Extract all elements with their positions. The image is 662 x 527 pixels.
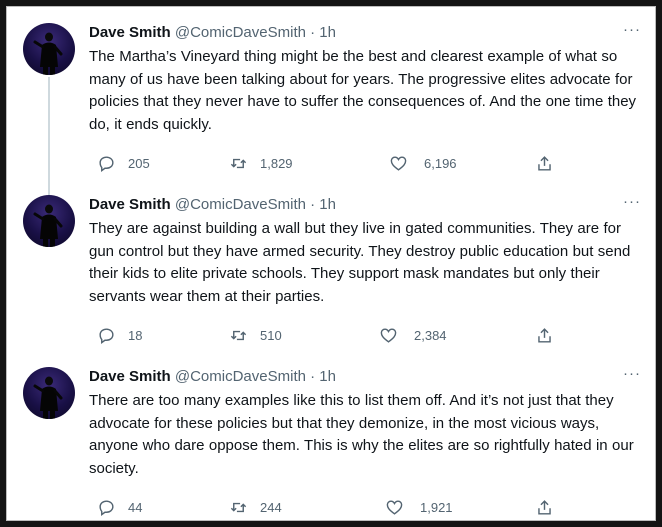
author-handle[interactable]: @ComicDaveSmith [175,24,306,41]
tweet-actions: 205 1,829 6,196 [89,153,559,173]
reply-count: 44 [128,499,143,515]
more-options-button[interactable]: ··· [623,194,641,209]
thread-line [48,77,50,187]
reply-icon [99,499,114,516]
tweet-actions: 44 244 1,921 [89,497,559,517]
tweet[interactable]: Dave Smith @ComicDaveSmith · 1h ··· They… [7,179,655,351]
more-options-button[interactable]: ··· [623,366,641,381]
thread-line [48,179,50,195]
tweet-time[interactable]: · 1h [310,196,336,213]
author-handle[interactable]: @ComicDaveSmith [175,196,306,213]
share-icon [538,327,551,343]
heart-icon [380,327,397,343]
retweet-count: 1,829 [260,155,293,171]
share-icon [538,155,551,171]
retweet-icon [230,158,247,168]
tweet-time[interactable]: · 1h [310,24,336,41]
retweet-icon [230,330,247,340]
avatar[interactable] [23,23,75,75]
reply-count: 18 [128,327,143,343]
like-count: 1,921 [420,499,453,515]
heart-icon [386,499,403,515]
tweet-time[interactable]: · 1h [310,368,336,385]
tweet-header: Dave Smith @ComicDaveSmith · 1h [89,23,336,43]
retweet-icon [230,502,247,512]
share-button[interactable] [535,153,554,173]
share-button[interactable] [535,497,554,517]
retweet-button[interactable]: 1,829 [229,153,293,173]
reply-button[interactable]: 205 [97,153,150,173]
author-name[interactable]: Dave Smith [89,196,171,213]
like-count: 6,196 [424,155,457,171]
like-button[interactable]: 2,384 [379,325,447,345]
heart-icon [390,155,407,171]
avatar[interactable] [23,195,75,247]
like-button[interactable]: 1,921 [385,497,453,517]
tweet-header: Dave Smith @ComicDaveSmith · 1h [89,367,336,387]
retweet-button[interactable]: 244 [229,497,282,517]
author-name[interactable]: Dave Smith [89,368,171,385]
retweet-count: 510 [260,327,282,343]
like-count: 2,384 [414,327,447,343]
author-name[interactable]: Dave Smith [89,24,171,41]
reply-button[interactable]: 44 [97,497,142,517]
share-icon [538,499,551,515]
tweet-header: Dave Smith @ComicDaveSmith · 1h [89,195,336,215]
reply-icon [99,327,114,344]
more-options-button[interactable]: ··· [623,22,641,37]
like-button[interactable]: 6,196 [389,153,457,173]
reply-count: 205 [128,155,150,171]
share-button[interactable] [535,325,554,345]
tweet[interactable]: Dave Smith @ComicDaveSmith · 1h ··· Ther… [7,357,655,520]
tweet-text: The Martha’s Vineyard thing might be the… [89,48,637,133]
avatar[interactable] [23,367,75,419]
retweet-count: 244 [260,499,282,515]
tweet[interactable]: Dave Smith @ComicDaveSmith · 1h ··· The … [7,13,655,187]
tweet-thread: Dave Smith @ComicDaveSmith · 1h ··· The … [6,6,656,521]
reply-icon [99,155,114,172]
retweet-button[interactable]: 510 [229,325,282,345]
tweet-actions: 18 510 2,384 [89,325,559,345]
tweet-text: They are against building a wall but the… [89,220,631,305]
author-handle[interactable]: @ComicDaveSmith [175,368,306,385]
tweet-text: There are too many examples like this to… [89,392,634,477]
reply-button[interactable]: 18 [97,325,142,345]
